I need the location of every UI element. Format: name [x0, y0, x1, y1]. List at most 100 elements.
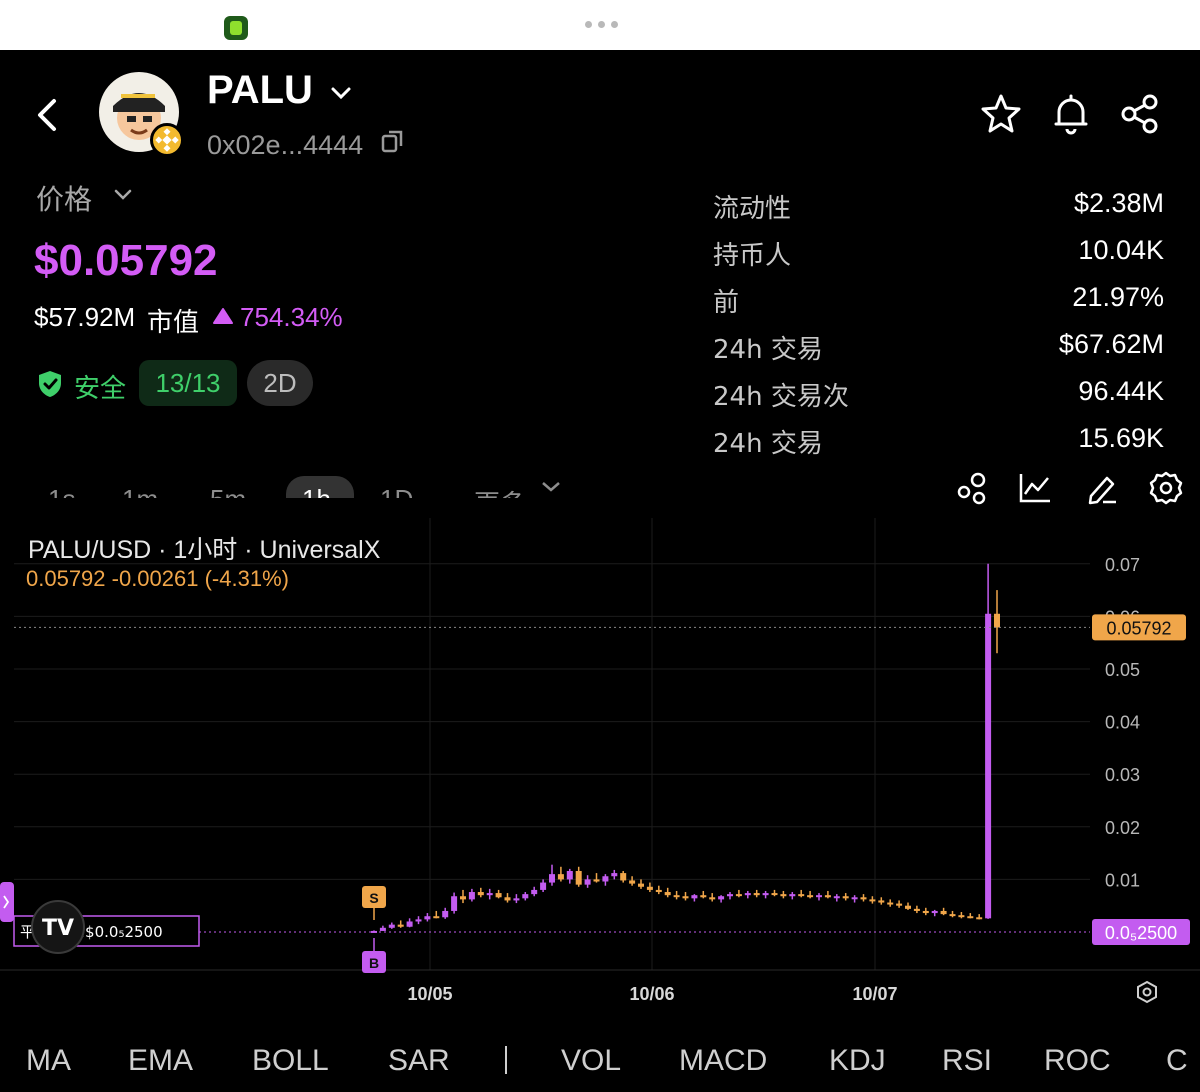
indicator-roc[interactable]: ROC	[1044, 1044, 1111, 1078]
candle-body	[727, 894, 733, 897]
chevron-down-icon[interactable]	[328, 84, 354, 104]
candle-body	[531, 889, 538, 895]
candle	[611, 869, 618, 880]
candle-body	[842, 896, 849, 899]
buy-marker-label: B	[369, 955, 379, 971]
safety-label: 安全	[74, 374, 127, 404]
y-tick-label: 0.04	[1105, 713, 1140, 733]
candle-body	[976, 917, 983, 920]
candle-body	[620, 873, 627, 881]
candle-body	[967, 916, 974, 919]
candle	[655, 885, 662, 895]
safety-score-badge[interactable]: 13/13	[139, 360, 237, 406]
candle-body	[896, 903, 903, 906]
candle	[460, 889, 466, 904]
bell-icon[interactable]	[1049, 92, 1093, 136]
price-change: 754.34%	[240, 302, 343, 332]
candle-body	[451, 896, 458, 911]
tab-timeframe-1h[interactable]: 1h	[302, 484, 331, 498]
candle-body	[504, 897, 511, 901]
market-cap-label: 市值	[147, 308, 200, 338]
candle-body	[611, 873, 618, 877]
candle	[735, 889, 742, 898]
candle-body	[851, 897, 858, 900]
market-cap-value: $57.92M	[34, 302, 136, 332]
candle-body	[388, 924, 395, 928]
candle	[477, 887, 484, 898]
candle-body	[771, 893, 778, 896]
candle-body	[691, 895, 698, 899]
sell-marker-label: S	[369, 890, 378, 906]
candle-body	[513, 898, 520, 901]
system-top-bar	[0, 0, 1200, 50]
candle	[851, 895, 858, 903]
candle-body	[486, 893, 493, 896]
candle-body	[958, 915, 965, 918]
line-chart-icon[interactable]	[1017, 470, 1053, 506]
axis-settings-icon	[1137, 980, 1157, 1004]
token-name[interactable]: PALU	[207, 68, 313, 113]
indicator-ma[interactable]: MA	[26, 1044, 71, 1078]
star-icon[interactable]	[979, 92, 1023, 136]
current-price: $0.05792	[34, 236, 218, 285]
stat-value-24h-txns: 96.44K	[1078, 376, 1164, 406]
candle	[468, 888, 475, 902]
draw-pencil-icon[interactable]	[1083, 470, 1119, 506]
candle	[709, 893, 716, 902]
y-tick-label: 0.05	[1105, 660, 1140, 680]
token-address: 0x02e...4444	[207, 130, 364, 160]
candle	[620, 870, 627, 883]
candle	[905, 902, 911, 910]
candle-body	[833, 896, 840, 899]
price-label[interactable]: 价格	[36, 178, 92, 218]
tab-timeframe-5m[interactable]: 5m	[210, 484, 246, 498]
share-icon[interactable]	[1118, 92, 1162, 136]
indicator-kdj[interactable]: KDJ	[829, 1044, 886, 1078]
tab-timeframe-1m[interactable]: 1m	[122, 484, 158, 498]
candle	[504, 893, 511, 903]
candle-body	[549, 874, 555, 883]
indicator-sar[interactable]: SAR	[388, 1044, 450, 1078]
candle	[433, 910, 440, 919]
indicator-boll[interactable]: BOLL	[252, 1044, 329, 1078]
candle	[513, 894, 520, 904]
candle	[958, 912, 965, 919]
candle-body	[566, 870, 573, 880]
indicator-macd[interactable]: MACD	[679, 1044, 767, 1078]
candle-body	[709, 897, 716, 900]
candle-body	[931, 910, 938, 914]
indicator-ema[interactable]: EMA	[128, 1044, 193, 1078]
candle-body	[700, 895, 707, 898]
stat-label-24h-volume: 24h 交易	[713, 335, 823, 365]
candle-body	[646, 886, 653, 890]
candle	[638, 879, 644, 889]
candle	[566, 868, 573, 884]
settings-gear-icon[interactable]	[1148, 470, 1184, 506]
chevron-down-icon[interactable]	[112, 186, 134, 204]
copy-icon[interactable]	[380, 128, 406, 154]
x-tick-label: 10/06	[629, 984, 674, 1004]
candle-body	[753, 893, 760, 896]
tab-timeframe-more[interactable]: 更多	[474, 484, 526, 498]
candle-body	[584, 879, 591, 885]
tab-timeframe-1s[interactable]: 1s	[48, 484, 75, 498]
candle	[878, 897, 885, 905]
chart-ohlc-readout: 0.05792 -0.00261 (-4.31%)	[26, 566, 289, 591]
stat-label-24h-traders: 24h 交易	[713, 429, 823, 459]
indicator-rsi[interactable]: RSI	[942, 1044, 992, 1078]
indicator-molecule-icon[interactable]	[954, 470, 990, 506]
candle-body	[824, 895, 831, 898]
more-dots-icon[interactable]	[585, 21, 618, 28]
candle-body	[789, 894, 796, 897]
indicator-more[interactable]: C	[1166, 1044, 1188, 1078]
chevron-down-icon[interactable]	[538, 478, 564, 498]
stat-value-24h-volume: $67.62M	[1058, 329, 1164, 359]
tab-timeframe-1d[interactable]: 1D	[380, 484, 413, 498]
candle	[406, 918, 413, 928]
candle	[673, 890, 680, 900]
price-candlestick-chart[interactable]: 0.070.060.050.040.030.020.0110/0510/0610…	[0, 518, 1200, 1034]
candle	[557, 866, 564, 882]
indicator-vol[interactable]: VOL	[561, 1044, 621, 1078]
back-arrow-icon[interactable]	[28, 95, 68, 135]
candle	[780, 890, 787, 899]
